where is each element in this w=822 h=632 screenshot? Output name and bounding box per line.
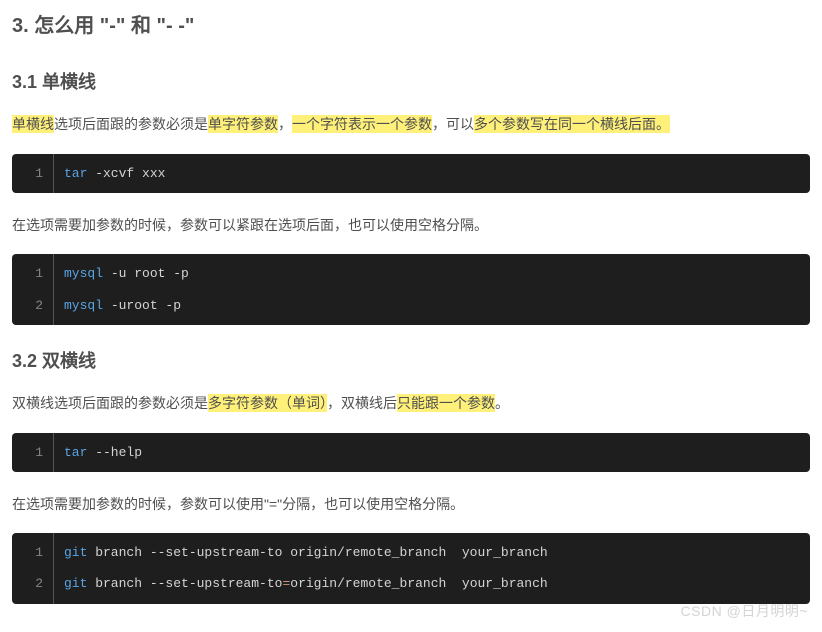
code-token-cmd: tar	[64, 166, 87, 181]
code-token-cmd: git	[64, 545, 87, 560]
code-block: 1 tar -xcvf xxx	[12, 154, 810, 193]
code-token-arg: -uroot -p	[103, 298, 181, 313]
code-token-cmd: mysql	[64, 298, 103, 313]
highlight-text: 单横线	[12, 115, 54, 133]
code-line: 1 tar --help	[12, 433, 810, 472]
code-line: 1 git branch --set-upstream-to origin/re…	[12, 533, 810, 568]
code-content: git branch --set-upstream-to=origin/remo…	[54, 568, 558, 603]
code-token-arg: branch --set-upstream-to origin/remote_b…	[87, 545, 547, 560]
code-content: mysql -uroot -p	[54, 290, 191, 325]
line-number: 1	[12, 254, 54, 289]
code-token-cmd: mysql	[64, 266, 103, 281]
text: ，可以	[432, 116, 474, 132]
text: 双横线选项后面跟的参数必须是	[12, 395, 208, 411]
code-block: 1 git branch --set-upstream-to origin/re…	[12, 533, 810, 604]
code-token-arg: --help	[87, 445, 142, 460]
highlight-text: 多字符参数（单词）	[208, 394, 327, 412]
code-line: 2 git branch --set-upstream-to=origin/re…	[12, 568, 810, 603]
highlight-text: 多个参数写在同一个横线后面。	[474, 115, 670, 133]
code-token-cmd: git	[64, 576, 87, 591]
code-token-arg: branch --set-upstream-to	[87, 576, 282, 591]
text: ，	[278, 116, 292, 132]
text: 。	[495, 395, 509, 411]
text: 选项后面跟的参数必须是	[54, 116, 208, 132]
code-content: git branch --set-upstream-to origin/remo…	[54, 533, 558, 568]
code-token-arg: origin/remote_branch your_branch	[290, 576, 547, 591]
paragraph: 双横线选项后面跟的参数必须是多字符参数（单词），双横线后只能跟一个参数。	[12, 391, 810, 416]
code-line: 1 tar -xcvf xxx	[12, 154, 810, 193]
line-number: 2	[12, 290, 54, 325]
line-number: 1	[12, 433, 54, 472]
paragraph: 单横线选项后面跟的参数必须是单字符参数，一个字符表示一个参数，可以多个参数写在同…	[12, 112, 810, 137]
text: ，双横线后	[327, 395, 397, 411]
paragraph: 在选项需要加参数的时候，参数可以使用"="分隔，也可以使用空格分隔。	[12, 492, 810, 517]
highlight-text: 单字符参数	[208, 115, 278, 133]
code-content: tar --help	[54, 433, 152, 472]
code-token-arg: -xcvf xxx	[87, 166, 165, 181]
paragraph: 在选项需要加参数的时候，参数可以紧跟在选项后面，也可以使用空格分隔。	[12, 213, 810, 238]
section-heading-3-2: 3.2 双横线	[12, 345, 810, 377]
highlight-text: 只能跟一个参数	[397, 394, 495, 412]
code-line: 2 mysql -uroot -p	[12, 290, 810, 325]
code-line: 1 mysql -u root -p	[12, 254, 810, 289]
section-heading-3: 3. 怎么用 "-" 和 "- -"	[12, 8, 810, 44]
line-number: 1	[12, 533, 54, 568]
code-token-cmd: tar	[64, 445, 87, 460]
line-number: 2	[12, 568, 54, 603]
code-content: mysql -u root -p	[54, 254, 199, 289]
code-token-arg: -u root -p	[103, 266, 189, 281]
highlight-text: 一个字符表示一个参数	[292, 115, 432, 133]
code-content: tar -xcvf xxx	[54, 154, 175, 193]
line-number: 1	[12, 154, 54, 193]
code-block: 1 tar --help	[12, 433, 810, 472]
code-block: 1 mysql -u root -p 2 mysql -uroot -p	[12, 254, 810, 325]
section-heading-3-1: 3.1 单横线	[12, 66, 810, 98]
